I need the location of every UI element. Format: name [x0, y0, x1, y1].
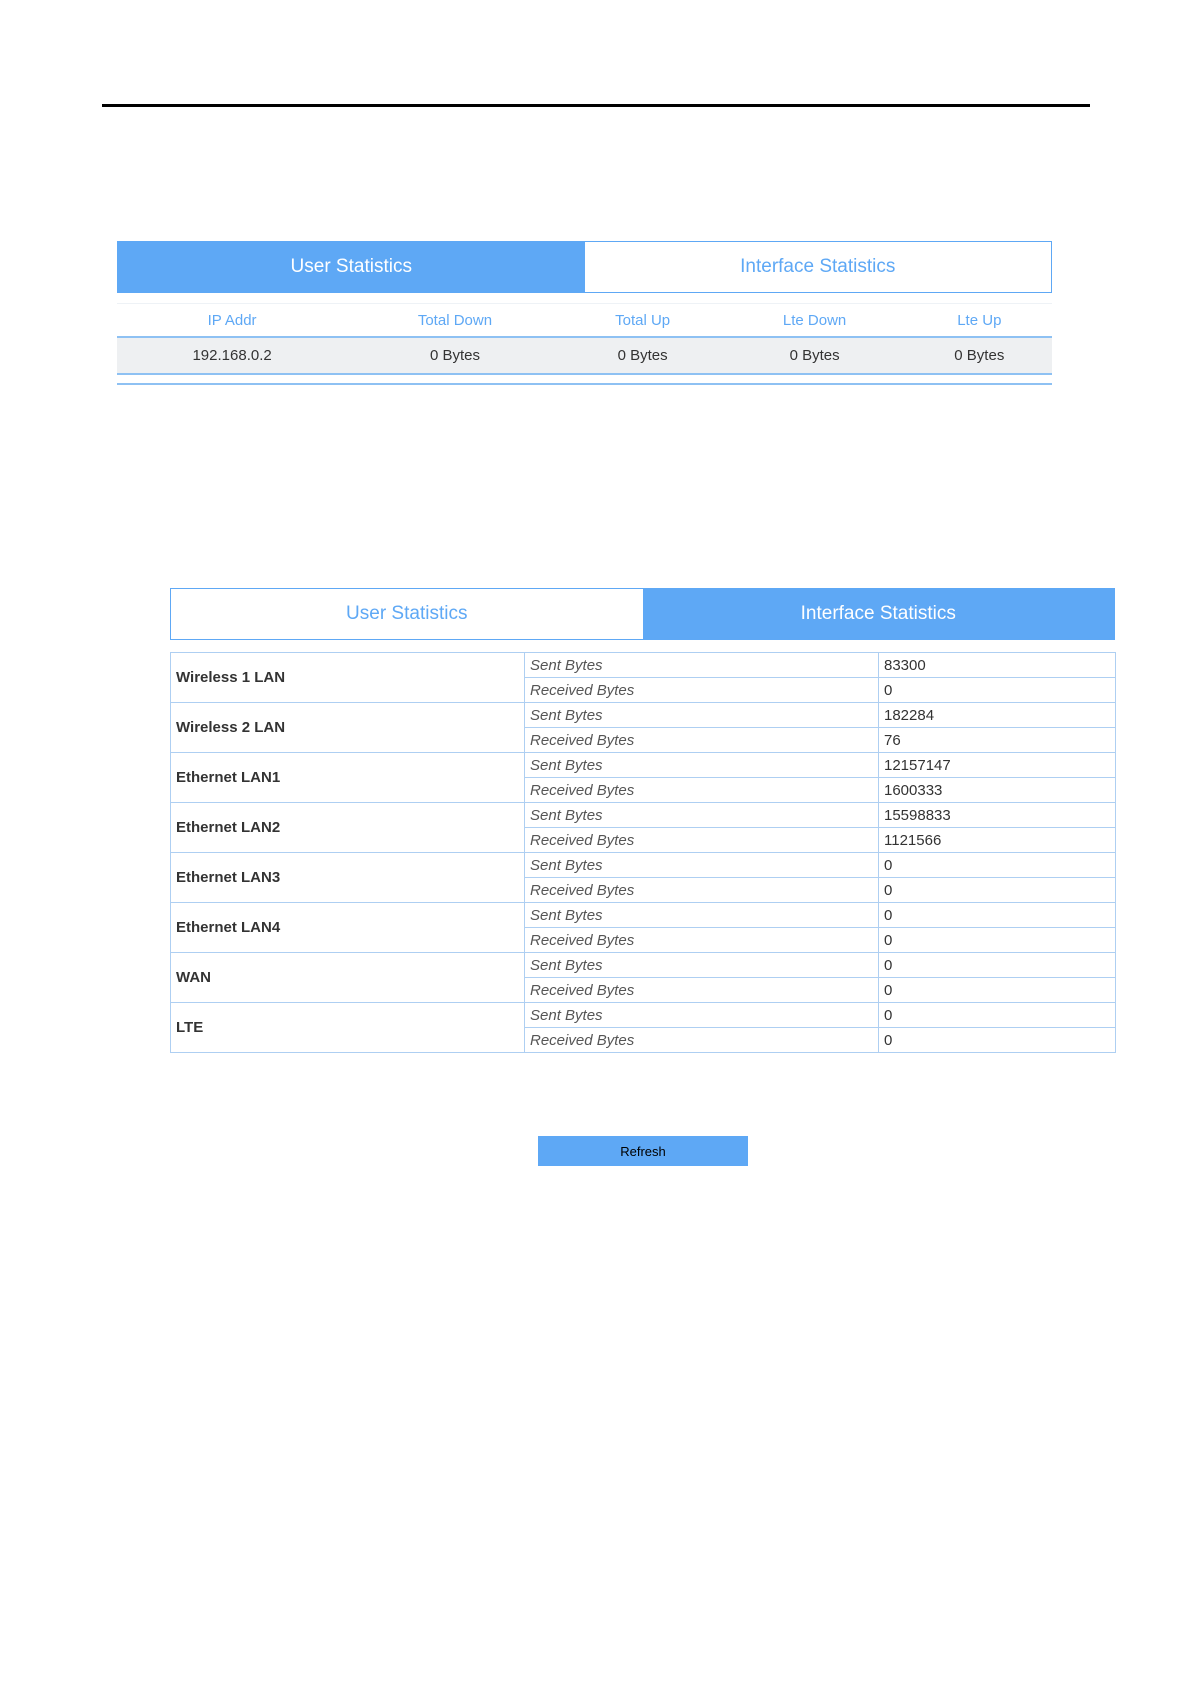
column-header-lte-down: Lte Down	[722, 303, 907, 338]
interface-name: Ethernet LAN2	[170, 802, 525, 853]
column-header-total-down: Total Down	[347, 303, 563, 338]
user-table-header-row: IP Addr Total Down Total Up Lte Down Lte…	[117, 303, 1052, 338]
table-row: Wireless 2 LAN Sent Bytes 182284	[170, 702, 1116, 753]
sent-bytes-value: 0	[878, 1002, 1116, 1028]
received-bytes-value: 0	[878, 1027, 1116, 1053]
sent-bytes-value: 0	[878, 902, 1116, 928]
cell-lte-up: 0 Bytes	[906, 337, 1052, 375]
table-footer-spacer	[117, 374, 1052, 385]
sent-bytes-label: Sent Bytes	[524, 652, 879, 678]
sent-bytes-value: 182284	[878, 702, 1116, 728]
received-bytes-value: 0	[878, 677, 1116, 703]
received-bytes-label: Received Bytes	[524, 927, 879, 953]
table-row: Ethernet LAN3 Sent Bytes 0	[170, 852, 1116, 903]
tab-interface-statistics[interactable]: Interface Statistics	[642, 589, 1114, 639]
sent-bytes-label: Sent Bytes	[524, 752, 879, 778]
sent-bytes-value: 83300	[878, 652, 1116, 678]
received-bytes-value: 0	[878, 977, 1116, 1003]
user-panel-tabs: User Statistics Interface Statistics	[117, 241, 1052, 293]
received-bytes-value: 1121566	[878, 827, 1116, 853]
cell-lte-down: 0 Bytes	[722, 337, 907, 375]
interface-name: Wireless 2 LAN	[170, 702, 525, 753]
sent-bytes-label: Sent Bytes	[524, 952, 879, 978]
tab-user-statistics[interactable]: User Statistics	[171, 589, 643, 639]
table-row: Ethernet LAN1 Sent Bytes 12157147	[170, 752, 1116, 803]
sent-bytes-label: Sent Bytes	[524, 902, 879, 928]
table-row: Ethernet LAN4 Sent Bytes 0	[170, 902, 1116, 953]
received-bytes-value: 0	[878, 927, 1116, 953]
received-bytes-label: Received Bytes	[524, 677, 879, 703]
interface-name: Wireless 1 LAN	[170, 652, 525, 703]
interface-name: Ethernet LAN4	[170, 902, 525, 953]
received-bytes-label: Received Bytes	[524, 977, 879, 1003]
cell-total-up: 0 Bytes	[562, 337, 723, 375]
received-bytes-value: 76	[878, 727, 1116, 753]
user-statistics-table: IP Addr Total Down Total Up Lte Down Lte…	[117, 303, 1052, 385]
interface-name: LTE	[170, 1002, 525, 1053]
cell-total-down: 0 Bytes	[347, 337, 563, 375]
table-row: 192.168.0.2 0 Bytes 0 Bytes 0 Bytes 0 By…	[117, 337, 1052, 375]
header-rule	[102, 104, 1090, 107]
sent-bytes-label: Sent Bytes	[524, 852, 879, 878]
received-bytes-value: 0	[878, 877, 1116, 903]
sent-bytes-label: Sent Bytes	[524, 702, 879, 728]
received-bytes-label: Received Bytes	[524, 777, 879, 803]
interface-name: WAN	[170, 952, 525, 1003]
cell-ip-addr: 192.168.0.2	[117, 337, 348, 375]
sent-bytes-label: Sent Bytes	[524, 802, 879, 828]
interface-name: Ethernet LAN3	[170, 852, 525, 903]
column-header-ip-addr: IP Addr	[117, 303, 348, 338]
sent-bytes-value: 15598833	[878, 802, 1116, 828]
interface-statistics-table: Wireless 1 LAN Sent Bytes 83300 Received By…	[170, 652, 1116, 1053]
table-row: LTE Sent Bytes 0	[170, 1002, 1116, 1053]
received-bytes-label: Received Bytes	[524, 727, 879, 753]
sent-bytes-value: 12157147	[878, 752, 1116, 778]
sent-bytes-label: Sent Bytes	[524, 1002, 879, 1028]
interface-panel-tabs: User Statistics Interface Statistics	[170, 588, 1115, 640]
received-bytes-label: Received Bytes	[524, 877, 879, 903]
tab-user-statistics[interactable]: User Statistics	[118, 242, 585, 292]
column-header-total-up: Total Up	[562, 303, 723, 338]
sent-bytes-value: 0	[878, 952, 1116, 978]
sent-bytes-value: 0	[878, 852, 1116, 878]
table-row: Ethernet LAN2 Sent Bytes 15598833	[170, 802, 1116, 853]
received-bytes-label: Received Bytes	[524, 827, 879, 853]
table-row: Wireless 1 LAN Sent Bytes 83300	[170, 652, 1116, 703]
tab-interface-statistics[interactable]: Interface Statistics	[584, 242, 1051, 292]
interface-name: Ethernet LAN1	[170, 752, 525, 803]
received-bytes-label: Received Bytes	[524, 1027, 879, 1053]
column-header-lte-up: Lte Up	[906, 303, 1052, 338]
table-row: WAN Sent Bytes 0	[170, 952, 1116, 1003]
refresh-button[interactable]: Refresh	[538, 1136, 748, 1166]
received-bytes-value: 1600333	[878, 777, 1116, 803]
